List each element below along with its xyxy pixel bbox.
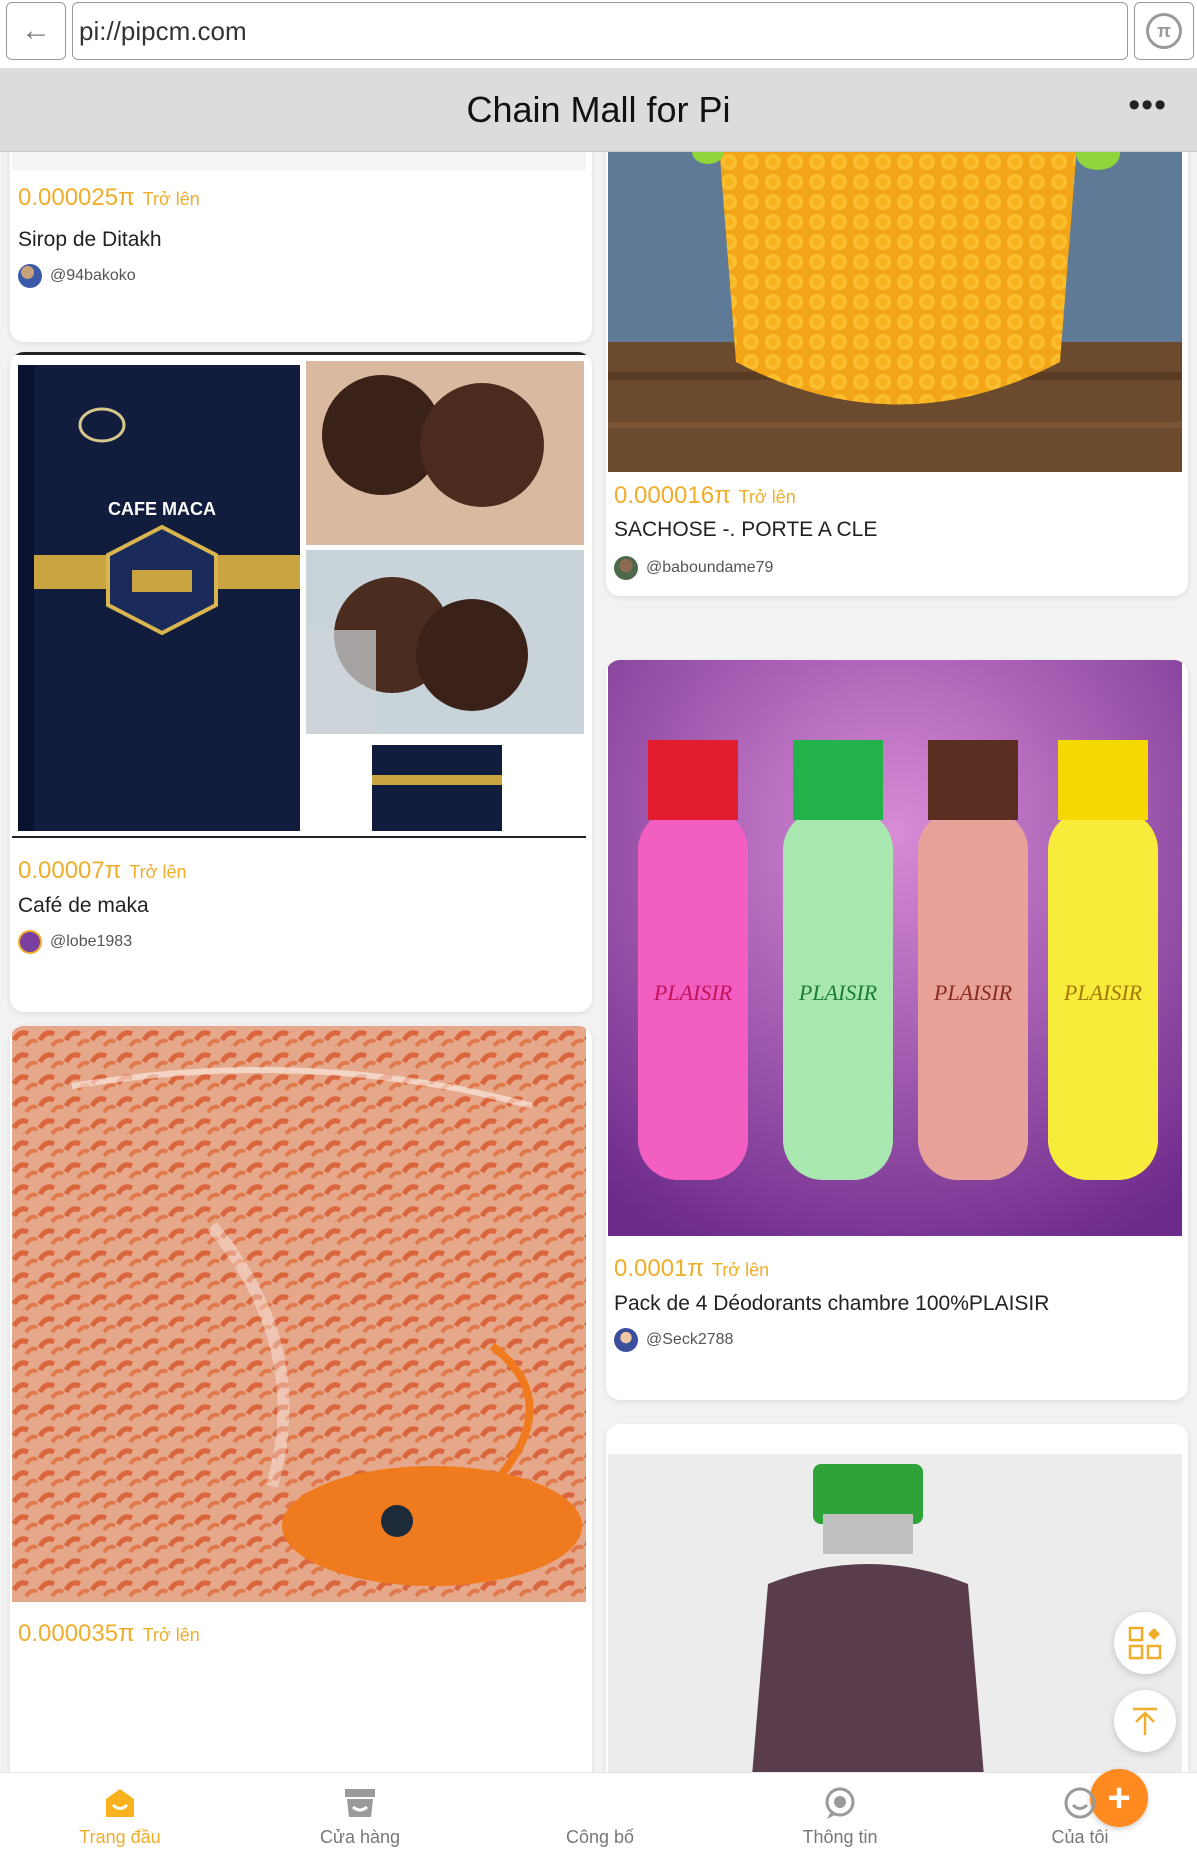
- tab-store[interactable]: Cửa hàng: [280, 1783, 440, 1848]
- price-value: 0.000035π: [18, 1620, 135, 1647]
- avatar: [18, 930, 42, 954]
- home-face-icon: [106, 1789, 134, 1817]
- arrow-left-icon: ←: [21, 14, 51, 47]
- syrup-bottle-image: [608, 1454, 1182, 1772]
- deodorant-bottles-image: PLAISIR PLAISIR PLAISIR PLAISIR: [608, 660, 1182, 1236]
- price-suffix: Trở lên: [142, 189, 200, 209]
- price-value: 0.00007π: [18, 857, 122, 884]
- tab-publish[interactable]: + Công bố: [520, 1769, 1148, 1848]
- product-card[interactable]: 0.000025π Trở lên Sirop de Ditakh @94bak…: [10, 152, 592, 342]
- product-card[interactable]: [606, 1424, 1188, 1772]
- product-name[interactable]: Café de maka: [18, 894, 149, 918]
- product-image: [12, 1026, 586, 1602]
- product-image: [608, 152, 1182, 472]
- seller-row[interactable]: @94bakoko: [18, 264, 136, 288]
- seller-name: @baboundame79: [646, 559, 774, 576]
- price-suffix: Trở lên: [142, 1625, 200, 1645]
- categories-button[interactable]: [1114, 1612, 1176, 1674]
- price-row: 0.0001π Trở lên: [614, 1255, 769, 1283]
- bottle-label: PLAISIR: [798, 980, 878, 1005]
- avatar: [18, 264, 42, 288]
- price-row: 0.000025π Trở lên: [18, 184, 200, 212]
- tab-profile[interactable]: Của tôi: [1000, 1783, 1160, 1848]
- price-suffix: Trở lên: [711, 1260, 770, 1280]
- app-header: Chain Mall for Pi •••: [0, 68, 1197, 152]
- price-row: 0.00007π Trở lên: [18, 857, 186, 885]
- price-row: 0.000035π Trở lên: [18, 1620, 200, 1648]
- page-title: Chain Mall for Pi: [466, 88, 731, 130]
- seller-name: @94bakoko: [50, 267, 136, 284]
- price-value: 0.0001π: [614, 1255, 704, 1282]
- price-value: 0.000025π: [18, 184, 135, 211]
- maca-coffee-image: CAFE MACA: [18, 361, 584, 831]
- product-image: [12, 152, 586, 170]
- message-icon: [825, 1787, 855, 1819]
- product-card[interactable]: 0.000016π Trở lên SACHOSE -. PORTE A CLE…: [606, 152, 1188, 596]
- back-button[interactable]: ←: [6, 2, 66, 60]
- bottle-label: PLAISIR: [933, 980, 1013, 1005]
- price-suffix: Trở lên: [129, 862, 187, 882]
- product-card[interactable]: CAFE MACA 0.00007π Trở lên Café de maka: [10, 352, 592, 1012]
- browser-bar: ← pi://pipcm.com π: [0, 0, 1197, 68]
- more-menu-button[interactable]: •••: [1128, 86, 1167, 125]
- price-row: 0.000016π Trở lên: [614, 482, 796, 510]
- product-image: PLAISIR PLAISIR PLAISIR PLAISIR: [608, 660, 1182, 1236]
- product-name[interactable]: Sirop de Ditakh: [18, 228, 162, 252]
- product-card[interactable]: PLAISIR PLAISIR PLAISIR PLAISIR 0.0001π …: [606, 660, 1188, 1400]
- url-text: pi://pipcm.com: [79, 15, 247, 46]
- tab-home[interactable]: Trang đầu: [40, 1783, 200, 1848]
- tab-store-label: Cửa hàng: [319, 1827, 401, 1847]
- store-icon: [345, 1789, 375, 1817]
- maca-box-label: CAFE MACA: [108, 499, 216, 519]
- profile-icon: [1064, 1787, 1096, 1819]
- pi-coin-icon: π: [1146, 13, 1182, 49]
- dried-shrimp-image: [12, 1026, 586, 1602]
- product-image: CAFE MACA: [12, 352, 586, 838]
- tab-home-label: Trang đầu: [79, 1827, 161, 1847]
- seller-row[interactable]: @Seck2788: [614, 1328, 733, 1352]
- bottom-tab-bar: Trang đầu Cửa hàng + Công bố Thông tin C…: [0, 1769, 1197, 1868]
- product-card[interactable]: 0.000035π Trở lên: [10, 1026, 592, 1772]
- product-image: [608, 1454, 1182, 1772]
- pi-browser-button[interactable]: π: [1134, 2, 1194, 60]
- bottle-label: PLAISIR: [653, 980, 733, 1005]
- tab-profile-label: Của tôi: [1051, 1827, 1109, 1847]
- seller-name: @lobe1983: [50, 933, 133, 950]
- product-name[interactable]: SACHOSE -. PORTE A CLE: [614, 518, 877, 542]
- seller-row[interactable]: @lobe1983: [18, 930, 132, 954]
- seller-row[interactable]: @baboundame79: [614, 556, 773, 580]
- avatar: [614, 556, 638, 580]
- price-value: 0.000016π: [614, 482, 731, 509]
- scroll-top-button[interactable]: [1114, 1690, 1176, 1752]
- grid-icon: [1128, 1626, 1162, 1660]
- product-feed[interactable]: 0.000025π Trở lên Sirop de Ditakh @94bak…: [0, 152, 1197, 1772]
- tab-messages[interactable]: Thông tin: [760, 1783, 920, 1848]
- arrow-up-to-top-icon: [1133, 1707, 1157, 1735]
- seller-name: @Seck2788: [646, 1331, 734, 1348]
- crochet-pineapple-image: [608, 152, 1182, 472]
- bottle-label: PLAISIR: [1063, 980, 1143, 1005]
- avatar: [614, 1328, 638, 1352]
- product-name[interactable]: Pack de 4 Déodorants chambre 100%PLAISIR: [614, 1292, 1049, 1316]
- tab-messages-label: Thông tin: [802, 1827, 878, 1847]
- price-suffix: Trở lên: [738, 487, 796, 507]
- tab-publish-label: Công bố: [565, 1827, 635, 1847]
- url-field[interactable]: pi://pipcm.com: [72, 2, 1128, 60]
